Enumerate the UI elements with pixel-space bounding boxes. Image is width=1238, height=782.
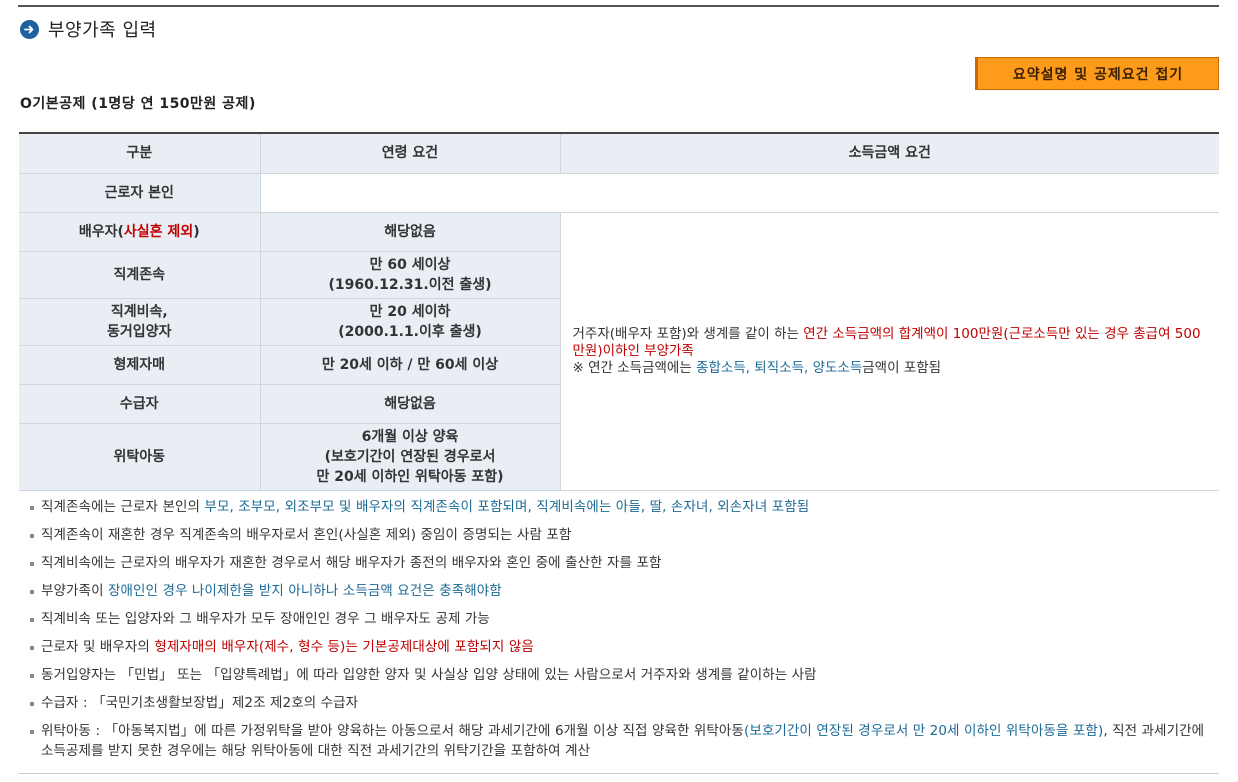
section-title: O기본공제 (1명당 연 150만원 공제): [20, 96, 256, 112]
recipient-age-condition: 해당없음: [259, 383, 561, 424]
note-text: 직계존속에는 근로자 본인의: [41, 499, 205, 515]
note-text: 직계비속에는 근로자의 배우자가 재혼한 경우로서 해당 배우자가 종전의 배우…: [41, 555, 662, 571]
note-text: 동거입양자는 「민법」 또는 「입양특례법」에 따라 입양한 양자 및 사실상 …: [41, 667, 817, 683]
row-label-recipient: 수급자: [19, 383, 261, 424]
note-highlight: 장애인인 경우 나이제한을 받지 아니하나 소득금액 요건은 충족해야함: [108, 583, 502, 599]
list-item: 위탁아동 : 「아동복지법」에 따른 가정위탁을 받아 양육하는 아동으로서 해…: [19, 721, 1219, 761]
ascendant-age-line1: 만 60 세이상: [369, 256, 451, 273]
note-highlight: 부모, 조부모, 외조부모 및 배우자의 직계존속이 포함되며, 직계비속에는 …: [204, 499, 810, 515]
col-header-age: 연령 요건: [259, 133, 561, 174]
notes-list: 직계존속에는 근로자 본인의 부모, 조부모, 외조부모 및 배우자의 직계존속…: [19, 497, 1219, 761]
table-row: 근로자 본인: [19, 172, 1219, 213]
row-label-descendant: 직계비속, 동거입양자: [19, 297, 261, 346]
note-text: 근로자 및 배우자의: [41, 639, 155, 655]
page-header: 부양가족 입력: [20, 16, 157, 42]
income-text-3: ※ 연간 소득금액에는: [572, 359, 697, 376]
descendant-age-condition: 만 20 세이하 (2000.1.1.이후 출생): [259, 297, 561, 346]
col-header-income: 소득금액 요건: [559, 133, 1219, 174]
income-text-1: 거주자(배우자 포함)와 생계를 같이 하는: [572, 325, 804, 342]
list-item: 직계존속이 재혼한 경우 직계존속의 배우자로서 혼인(사실혼 제외) 중임이 …: [19, 525, 1219, 545]
descendant-label-line1: 직계비속,: [110, 303, 168, 320]
descendant-age-line2: (2000.1.1.이후 출생): [338, 323, 482, 340]
descendant-age-line1: 만 20 세이하: [369, 303, 451, 320]
notes-section: 직계존속에는 근로자 본인의 부모, 조부모, 외조부모 및 배우자의 직계존속…: [19, 490, 1219, 774]
income-text-4: 종합소득, 퇴직소득, 양도소득: [696, 359, 863, 376]
note-text: 수급자 : 「국민기초생활보장법」제2조 제2호의 수급자: [41, 695, 359, 711]
spouse-label-a: 배우자(: [78, 223, 124, 240]
top-divider: [18, 5, 1219, 7]
note-highlight: (보호기간이 연장된 경우로서 만 20세 이하인 위탁아동을 포함): [743, 723, 1104, 739]
arrow-circle-icon: [20, 19, 39, 39]
note-text: 직계존속이 재혼한 경우 직계존속의 배우자로서 혼인(사실혼 제외) 중임이 …: [41, 527, 572, 543]
spouse-label-c: ): [193, 223, 200, 240]
list-item: 직계비속에는 근로자의 배우자가 재혼한 경우로서 해당 배우자가 종전의 배우…: [19, 553, 1219, 573]
spouse-label-exclusion: 사실혼 제외: [123, 223, 194, 240]
col-header-category: 구분: [19, 133, 261, 174]
list-item: 부양가족이 장애인인 경우 나이제한을 받지 아니하나 소득금액 요건은 충족해…: [19, 581, 1219, 601]
table-header-row: 구분 연령 요건 소득금액 요건: [19, 133, 1219, 174]
foster-age-line2: (보호기간이 연장된 경우로서: [324, 448, 496, 465]
list-item: 수급자 : 「국민기초생활보장법」제2조 제2호의 수급자: [19, 693, 1219, 713]
row-self-empty: [259, 172, 1219, 213]
fold-summary-button[interactable]: 요약설명 및 공제요건 접기: [975, 57, 1219, 90]
foster-age-condition: 6개월 이상 양육 (보호기간이 연장된 경우로서 만 20세 이하인 위탁아동…: [259, 422, 561, 491]
note-text: 부양가족이: [41, 583, 108, 599]
foster-age-line3: 만 20세 이하인 위탁아동 포함): [316, 468, 504, 485]
foster-age-line1: 6개월 이상 양육: [361, 428, 459, 445]
row-label-self: 근로자 본인: [19, 172, 261, 213]
note-highlight: 형제자매의 배우자(제수, 형수 등)는 기본공제대상에 포함되지 않음: [154, 639, 534, 655]
list-item: 직계존속에는 근로자 본인의 부모, 조부모, 외조부모 및 배우자의 직계존속…: [19, 497, 1219, 517]
row-label-siblings: 형제자매: [19, 344, 261, 385]
row-label-ascendant: 직계존속: [19, 250, 261, 299]
spouse-age-condition: 해당없음: [259, 211, 561, 252]
income-requirement-cell: 거주자(배우자 포함)와 생계를 같이 하는 연간 소득금액의 합계액이 100…: [559, 211, 1219, 491]
income-text-5: 금액이 포함됨: [862, 359, 942, 376]
list-item: 근로자 및 배우자의 형제자매의 배우자(제수, 형수 등)는 기본공제대상에 …: [19, 637, 1219, 657]
row-label-foster-child: 위탁아동: [19, 422, 261, 491]
dependent-requirements-table: 구분 연령 요건 소득금액 요건 근로자 본인 배우자(사실혼 제외) 해당없음…: [19, 132, 1219, 491]
note-text: 위탁아동 : 「아동복지법」에 따른 가정위탁을 받아 양육하는 아동으로서 해…: [41, 723, 744, 739]
list-item: 동거입양자는 「민법」 또는 「입양특례법」에 따라 입양한 양자 및 사실상 …: [19, 665, 1219, 685]
list-item: 직계비속 또는 입양자와 그 배우자가 모두 장애인인 경우 그 배우자도 공제…: [19, 609, 1219, 629]
ascendant-age-condition: 만 60 세이상 (1960.12.31.이전 출생): [259, 250, 561, 299]
row-label-spouse: 배우자(사실혼 제외): [19, 211, 261, 252]
ascendant-age-line2: (1960.12.31.이전 출생): [328, 276, 492, 293]
descendant-label-line2: 동거입양자: [107, 323, 172, 340]
table-row: 배우자(사실혼 제외) 해당없음 거주자(배우자 포함)와 생계를 같이 하는 …: [19, 211, 1219, 491]
siblings-age-condition: 만 20세 이하 / 만 60세 이상: [259, 344, 561, 385]
note-text: 직계비속 또는 입양자와 그 배우자가 모두 장애인인 경우 그 배우자도 공제…: [41, 611, 490, 627]
page-title: 부양가족 입력: [48, 20, 157, 41]
